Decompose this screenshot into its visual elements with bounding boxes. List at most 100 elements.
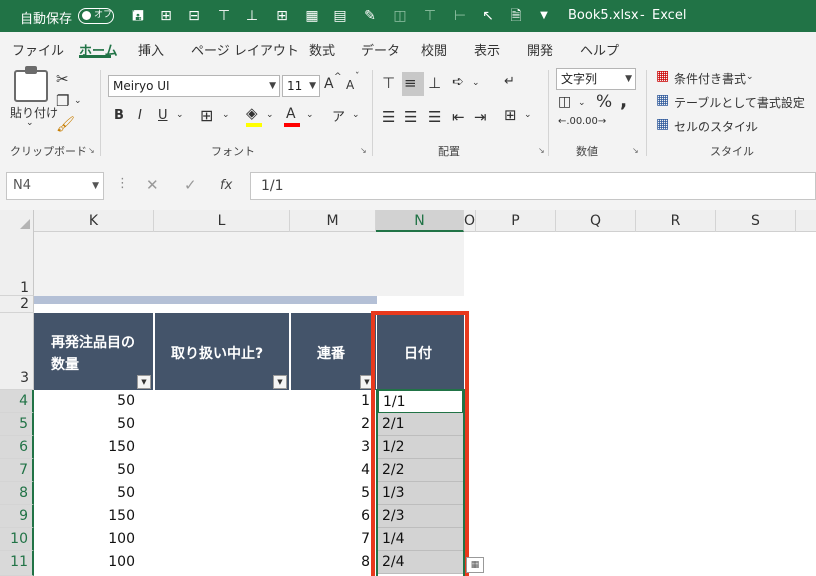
tab-review[interactable]: 校閲	[421, 40, 447, 59]
cell-date[interactable]: 1/2	[378, 436, 463, 459]
font-launcher-icon[interactable]: ↘	[360, 146, 367, 155]
column-header-m[interactable]: M	[290, 210, 376, 232]
column-header-n[interactable]: N	[376, 210, 464, 232]
cell-serial[interactable]: 6	[290, 505, 376, 528]
phonetic-icon[interactable]: ア	[332, 106, 345, 125]
merge-center-icon[interactable]: ⊞	[504, 106, 517, 124]
font-color-icon[interactable]: A	[286, 106, 296, 122]
delete-row-icon[interactable]: ⊟	[184, 6, 204, 26]
enter-icon[interactable]: ✓	[184, 176, 197, 194]
cell-serial[interactable]: 2	[290, 413, 376, 436]
alignment-launcher-icon[interactable]: ↘	[538, 146, 545, 155]
customize-toolbar-icon[interactable]: ▼	[534, 6, 554, 26]
orientation-icon[interactable]: ➪	[452, 74, 464, 90]
cell-date[interactable]: 2/2	[378, 459, 463, 482]
row-header-6[interactable]: 6	[0, 436, 34, 459]
filter-dropdown-icon[interactable]: ▼	[360, 375, 374, 389]
row-header-3[interactable]: 3	[0, 313, 34, 390]
row-header-2[interactable]: 2	[0, 296, 34, 313]
percent-button[interactable]: %	[596, 92, 612, 112]
align-bottom-icon[interactable]: ⊥	[428, 74, 441, 92]
cell-date[interactable]: 1/3	[378, 482, 463, 505]
tab-insert[interactable]: 挿入	[138, 40, 164, 59]
phonetic-dropdown-icon[interactable]: ⌄	[352, 110, 360, 120]
clipboard-launcher-icon[interactable]: ↘	[88, 146, 95, 155]
cell-quantity[interactable]: 50	[34, 390, 141, 413]
cell-quantity[interactable]: 150	[34, 436, 141, 459]
quick-analysis-icon[interactable]: ▦	[466, 557, 484, 573]
conditional-format-button[interactable]: 条件付き書式	[674, 70, 746, 87]
autosave-toggle[interactable]: オフ	[78, 8, 114, 24]
borders-icon[interactable]: ⊞	[272, 6, 292, 26]
currency-icon[interactable]: ◫	[558, 94, 571, 110]
column-header-o[interactable]: O	[464, 210, 476, 232]
column-header-s[interactable]: S	[716, 210, 796, 232]
fill-color-icon[interactable]: ◈	[246, 104, 258, 122]
formula-input[interactable]: 1/1	[250, 172, 816, 200]
shrink-font-button[interactable]: A	[346, 78, 354, 92]
cut-icon[interactable]: ✂	[56, 70, 69, 88]
format-table-dropdown-icon[interactable]: ⌄	[792, 96, 800, 106]
document-icon[interactable]: 🗎	[506, 6, 526, 26]
filter-dropdown-icon[interactable]: ▼	[137, 375, 151, 389]
row-header-7[interactable]: 7	[0, 459, 34, 482]
form-icon[interactable]: ▤	[330, 6, 350, 26]
insert-function-button[interactable]: fx	[220, 178, 232, 193]
cell-quantity[interactable]: 50	[34, 413, 141, 436]
font-size-select[interactable]: 11 ▼	[282, 75, 320, 97]
cell-serial[interactable]: 8	[290, 551, 376, 574]
row-header-10[interactable]: 10	[0, 528, 34, 551]
tab-developer[interactable]: 開発	[527, 40, 553, 59]
tab-page-layout[interactable]: ページ レイアウト	[191, 40, 299, 59]
cell-styles-icon[interactable]: ▦	[656, 116, 669, 132]
currency-dropdown-icon[interactable]: ⌄	[578, 98, 586, 108]
edit-icon[interactable]: ✎	[360, 6, 380, 26]
underline-dropdown-icon[interactable]: ⌄	[176, 110, 184, 120]
cursor-icon[interactable]: ↖	[478, 6, 498, 26]
borders-icon[interactable]: ⊞	[200, 106, 213, 125]
select-all-button[interactable]	[0, 210, 34, 232]
cell-date[interactable]: 2/3	[378, 505, 463, 528]
table-header-quantity[interactable]: 再発注品目の 数量 ▼	[34, 313, 153, 390]
table-header-serial[interactable]: 連番 ▼	[291, 313, 376, 390]
align-top-icon[interactable]: ⊤	[382, 74, 395, 92]
decrease-decimal-icon[interactable]: .00→	[582, 116, 606, 127]
cell-quantity[interactable]: 50	[34, 482, 141, 505]
name-box[interactable]: N4 ▼	[6, 172, 104, 200]
active-cell-date[interactable]: 1/1	[378, 390, 463, 413]
italic-button[interactable]: I	[138, 108, 142, 123]
column-header-k[interactable]: K	[34, 210, 154, 232]
cell-quantity[interactable]: 150	[34, 505, 141, 528]
format-as-table-button[interactable]: テーブルとして書式設定	[674, 94, 805, 111]
conditional-format-icon[interactable]: ▦	[656, 68, 669, 84]
wrap-text-icon[interactable]: ↵	[504, 74, 515, 89]
cell-serial[interactable]: 1	[290, 390, 376, 413]
align-right-icon[interactable]: ☰	[428, 108, 441, 126]
align-middle-icon[interactable]: ≡	[404, 74, 417, 92]
cell-date[interactable]: 2/4	[378, 551, 463, 574]
cell-serial[interactable]: 7	[290, 528, 376, 551]
insert-row-icon[interactable]: ⊞	[156, 6, 176, 26]
cell-serial[interactable]: 3	[290, 436, 376, 459]
filter-dropdown-icon[interactable]: ▼	[273, 375, 287, 389]
cell-styles-dropdown-icon[interactable]: ⌄	[744, 120, 752, 130]
number-launcher-icon[interactable]: ↘	[632, 146, 639, 155]
bold-button[interactable]: B	[114, 108, 124, 123]
borders-dropdown-icon[interactable]: ⌄	[222, 110, 230, 120]
cell-quantity[interactable]: 50	[34, 459, 141, 482]
format-as-table-icon[interactable]: ▦	[656, 92, 669, 108]
row-header-1[interactable]: 1	[0, 232, 34, 296]
cell-quantity[interactable]: 100	[34, 551, 141, 574]
cell-serial[interactable]: 5	[290, 482, 376, 505]
cell-serial[interactable]: 4	[290, 459, 376, 482]
tab-help[interactable]: ヘルプ	[580, 40, 619, 59]
row-header-9[interactable]: 9	[0, 505, 34, 528]
conditional-dropdown-icon[interactable]: ⌄	[746, 72, 754, 82]
align-center-icon[interactable]: ☰	[404, 108, 417, 126]
tab-data[interactable]: データ	[361, 40, 400, 59]
row-header-4[interactable]: 4	[0, 390, 34, 413]
fill-dropdown-icon[interactable]: ⌄	[266, 110, 274, 120]
save-icon[interactable]: 🖪	[128, 6, 148, 26]
table-icon[interactable]: ▦	[302, 6, 322, 26]
column-header-p[interactable]: P	[476, 210, 556, 232]
